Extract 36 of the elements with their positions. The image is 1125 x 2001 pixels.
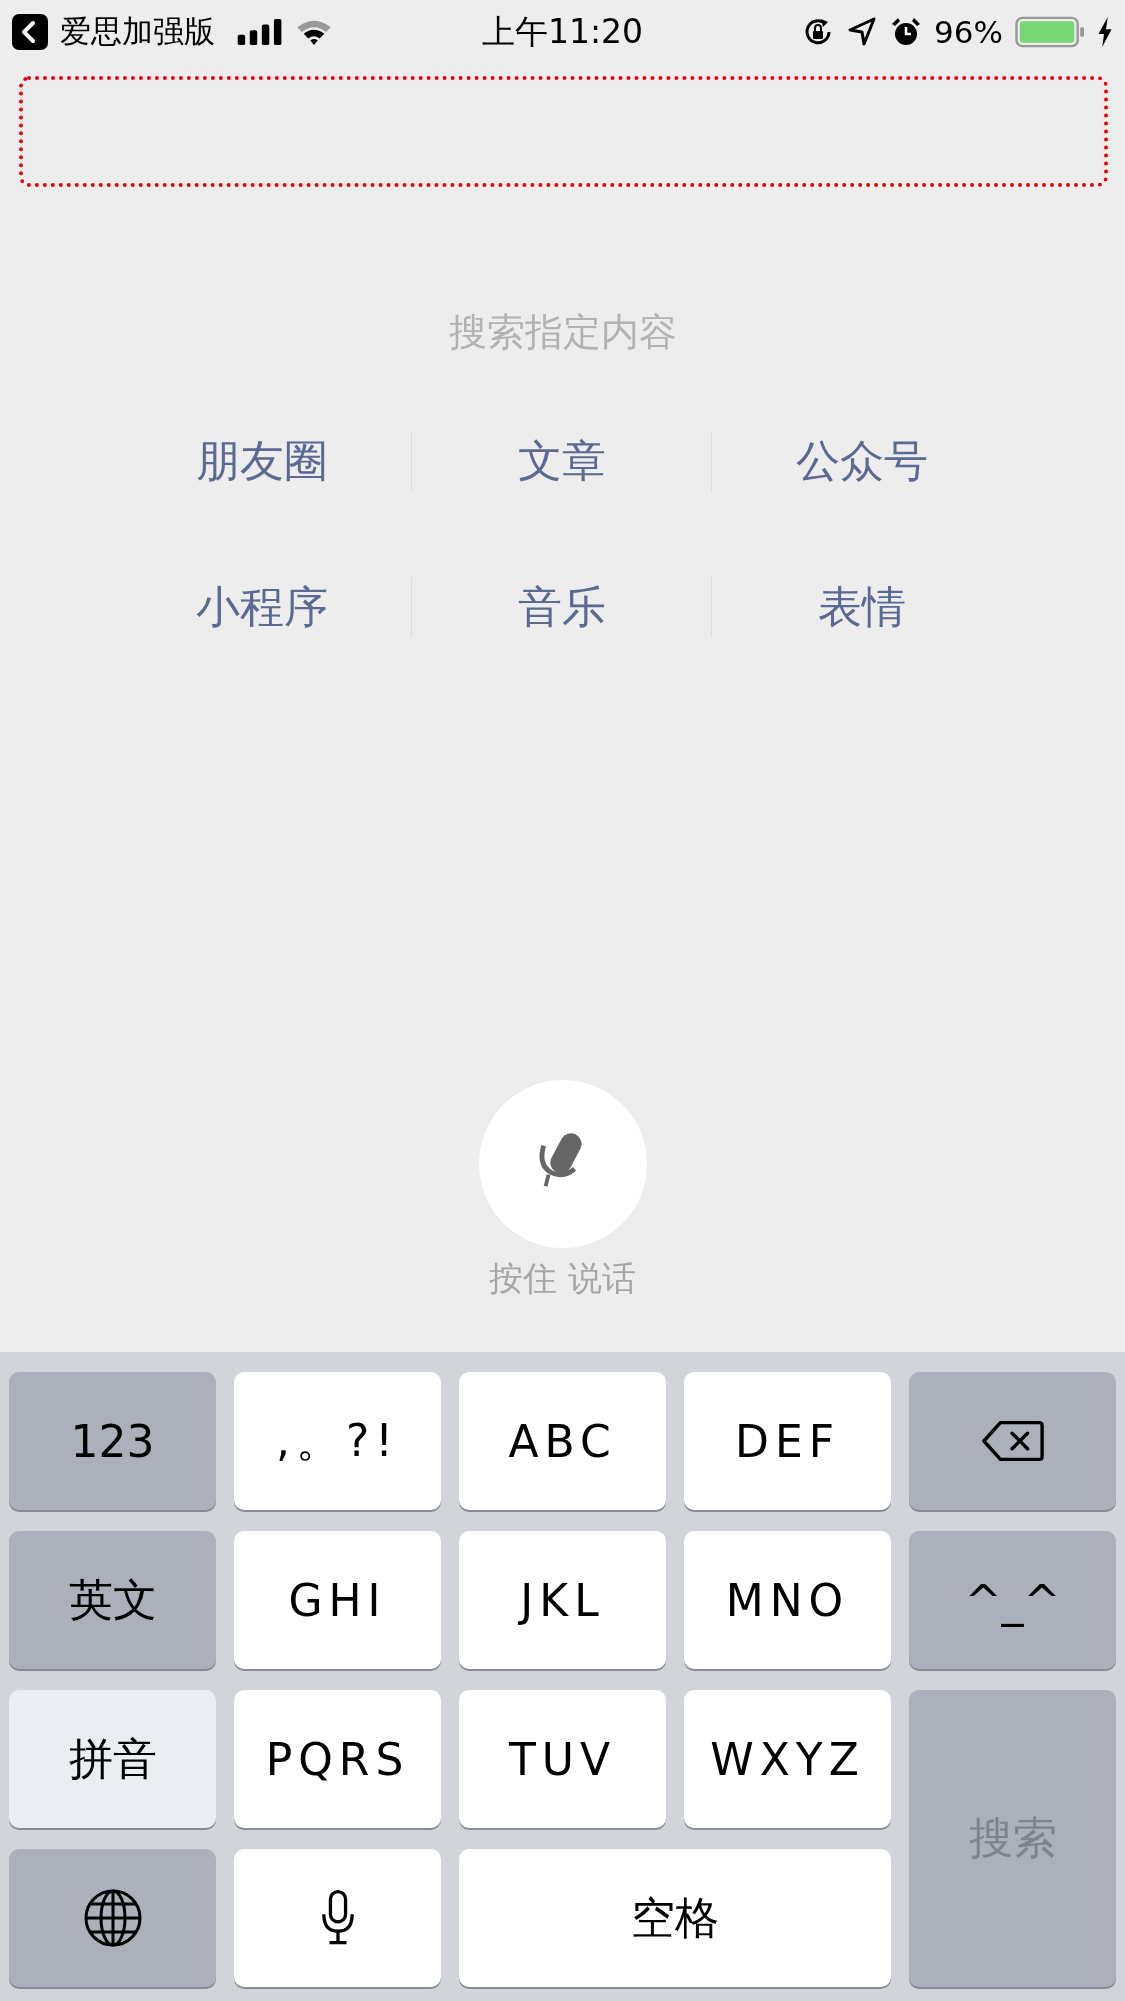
category-link[interactable]: 小程序	[195, 577, 328, 637]
backspace-icon	[980, 1419, 1045, 1463]
letter-key[interactable]: PQRS	[234, 1690, 441, 1828]
wifi-icon	[295, 18, 333, 46]
letter-key[interactable]: ,。?!	[234, 1372, 441, 1510]
letter-key[interactable]: WXYZ	[684, 1690, 891, 1828]
back-app-label[interactable]: 爱思加强版	[60, 11, 215, 53]
category-link[interactable]: 表情	[818, 577, 906, 637]
function-key[interactable]: 123	[9, 1372, 216, 1510]
category-link[interactable]: 音乐	[517, 577, 606, 637]
category-link[interactable]: 公众号	[796, 431, 928, 491]
charging-bolt-icon	[1097, 17, 1113, 47]
battery-percentage: 96%	[934, 14, 1003, 50]
alarm-icon	[890, 16, 923, 48]
signal-icon	[237, 19, 283, 45]
search-hint: 搜索指定内容	[447, 309, 678, 355]
input-mode-key[interactable]: 英文	[9, 1531, 216, 1669]
clock-time: 上午11:20	[481, 10, 644, 53]
space-key[interactable]: 空格	[459, 1849, 891, 1987]
back-icon[interactable]	[12, 14, 48, 50]
category-link[interactable]: 文章	[517, 431, 606, 491]
letter-key[interactable]: MNO	[684, 1531, 891, 1669]
letter-key[interactable]: ABC	[459, 1372, 666, 1510]
letter-key[interactable]: DEF	[684, 1372, 891, 1510]
voice-label: 按住 说话	[489, 1257, 636, 1300]
function-key[interactable]: ^_^	[909, 1531, 1116, 1669]
category-link[interactable]: 朋友圈	[195, 431, 328, 491]
globe-icon	[82, 1888, 143, 1948]
letter-key[interactable]: JKL	[459, 1531, 666, 1669]
letter-key[interactable]: GHI	[234, 1531, 441, 1669]
battery-icon	[1015, 16, 1085, 48]
backspace-key[interactable]	[909, 1372, 1116, 1510]
letter-key[interactable]: TUV	[459, 1690, 666, 1828]
input-mode-key[interactable]: 拼音	[9, 1690, 216, 1828]
microphone-icon	[320, 1889, 355, 1947]
globe-key[interactable]	[9, 1849, 216, 1987]
